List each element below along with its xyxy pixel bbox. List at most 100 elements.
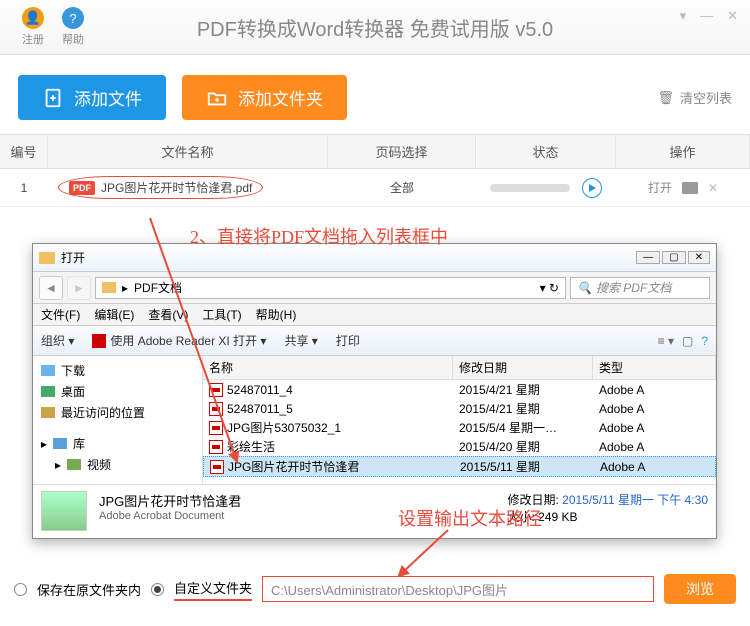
sidebar-desktop[interactable]: 桌面 bbox=[33, 381, 202, 402]
mod-date: 2015/5/11 星期一 下午 4:30 bbox=[562, 493, 708, 507]
titlebar: 👤 注册 ? 帮助 PDF转换成Word转换器 免费试用版 v5.0 ▾ — ✕ bbox=[0, 0, 750, 55]
sidebar-videos[interactable]: ▸ 视频 bbox=[33, 454, 202, 475]
sidebar-downloads[interactable]: 下载 bbox=[33, 360, 202, 381]
dlg-close[interactable]: ✕ bbox=[688, 251, 710, 264]
window-controls: ▾ — ✕ bbox=[680, 8, 738, 24]
save-original-radio[interactable] bbox=[14, 583, 27, 596]
pdf-icon bbox=[210, 460, 224, 474]
add-file-button[interactable]: 添加文件 bbox=[18, 75, 166, 120]
th-num: 编号 bbox=[0, 135, 48, 168]
play-button[interactable] bbox=[582, 178, 602, 198]
menu-tools[interactable]: 工具(T) bbox=[202, 306, 241, 323]
app-title: PDF转换成Word转换器 免费试用版 v5.0 bbox=[197, 13, 553, 42]
folder-icon bbox=[102, 282, 116, 293]
dialog-menubar: 文件(F) 编辑(E) 查看(V) 工具(T) 帮助(H) bbox=[33, 304, 716, 326]
file-type: Adobe A bbox=[593, 440, 644, 454]
dialog-footer: JPG图片花开时节恰逢君 Adobe Acrobat Document 修改日期… bbox=[33, 484, 716, 537]
forward-button[interactable]: ► bbox=[67, 276, 91, 300]
add-file-label: 添加文件 bbox=[74, 85, 142, 110]
help-icon[interactable]: ? bbox=[701, 334, 708, 348]
custom-folder-radio[interactable] bbox=[151, 583, 164, 596]
menu-help[interactable]: 帮助(H) bbox=[256, 306, 297, 323]
fh-date[interactable]: 修改日期 bbox=[453, 356, 593, 379]
custom-folder-label: 自定义文件夹 bbox=[174, 578, 252, 601]
file-name: JPG图片花开时节恰逢君 bbox=[228, 458, 359, 475]
table-row[interactable]: 1 PDF JPG图片花开时节恰逢君.pdf 全部 打开 ✕ bbox=[0, 169, 750, 207]
fh-name[interactable]: 名称 bbox=[203, 356, 453, 379]
save-original-label: 保存在原文件夹内 bbox=[37, 580, 141, 599]
file-row[interactable]: 52487011_4 2015/4/21 星期Adobe A bbox=[203, 380, 716, 399]
file-name: 52487011_4 bbox=[227, 383, 293, 397]
clear-list-label: 清空列表 bbox=[680, 88, 732, 107]
dlg-maximize[interactable]: ▢ bbox=[662, 251, 685, 264]
library-icon bbox=[53, 438, 67, 449]
view-icons[interactable]: ≡ ▾ bbox=[658, 334, 674, 348]
register-nav[interactable]: 👤 注册 bbox=[22, 7, 44, 47]
open-link[interactable]: 打开 bbox=[648, 179, 672, 196]
file-type: Adobe A bbox=[593, 421, 644, 435]
file-list: 名称 修改日期 类型 52487011_42015/4/21 星期Adobe A… bbox=[203, 356, 716, 484]
fh-type[interactable]: 类型 bbox=[593, 356, 716, 379]
back-button[interactable]: ◄ bbox=[39, 276, 63, 300]
file-row[interactable]: 彩绘生活 2015/4/20 星期Adobe A bbox=[203, 437, 716, 456]
search-placeholder: 搜索 PDF文档 bbox=[596, 279, 671, 296]
add-folder-label: 添加文件夹 bbox=[238, 85, 323, 110]
dialog-sidebar: 下载 桌面 最近访问的位置 ▸ 库 ▸ 视频 bbox=[33, 356, 203, 484]
pdf-badge-icon: PDF bbox=[69, 181, 95, 195]
menu-edit[interactable]: 编辑(E) bbox=[94, 306, 134, 323]
file-type: Adobe A bbox=[593, 383, 644, 397]
minimize2-icon[interactable]: — bbox=[700, 8, 713, 24]
minimize-icon[interactable]: ▾ bbox=[680, 8, 687, 24]
close-icon[interactable]: ✕ bbox=[727, 8, 738, 24]
output-path-bar: 保存在原文件夹内 自定义文件夹 浏览 bbox=[0, 574, 750, 604]
file-size: 249 KB bbox=[538, 510, 577, 524]
progress-bar bbox=[490, 184, 570, 192]
open-with-button[interactable]: 使用 Adobe Reader XI 打开 ▾ bbox=[92, 332, 266, 349]
sidebar-recent[interactable]: 最近访问的位置 bbox=[33, 402, 202, 423]
file-row[interactable]: JPG图片53075032_1 2015/5/4 星期一…Adobe A bbox=[203, 418, 716, 437]
folder-icon[interactable] bbox=[682, 182, 698, 194]
row-name-cell: PDF JPG图片花开时节恰逢君.pdf bbox=[48, 176, 328, 199]
add-folder-button[interactable]: 添加文件夹 bbox=[182, 75, 347, 120]
folder-icon bbox=[39, 252, 55, 264]
organize-button[interactable]: 组织 ▾ bbox=[41, 332, 74, 349]
file-date: 2015/4/21 星期 bbox=[453, 381, 593, 398]
dlg-minimize[interactable]: — bbox=[636, 251, 660, 264]
file-name: 52487011_5 bbox=[227, 402, 293, 416]
file-name: JPG图片53075032_1 bbox=[227, 419, 341, 436]
help-nav[interactable]: ? 帮助 bbox=[62, 7, 84, 47]
file-date: 2015/4/20 星期 bbox=[453, 438, 593, 455]
pdf-icon bbox=[209, 402, 223, 416]
table-header: 编号 文件名称 页码选择 状态 操作 bbox=[0, 134, 750, 169]
preview-pane[interactable]: ▢ bbox=[682, 334, 693, 348]
desktop-icon bbox=[41, 386, 55, 397]
share-button[interactable]: 共享 ▾ bbox=[284, 332, 317, 349]
file-row[interactable]: JPG图片花开时节恰逢君 2015/5/11 星期Adobe A bbox=[203, 456, 716, 477]
search-input[interactable]: 🔍 搜索 PDF文档 bbox=[570, 277, 710, 299]
open-with-label: 使用 Adobe Reader XI 打开 ▾ bbox=[110, 332, 266, 349]
print-button[interactable]: 打印 bbox=[336, 332, 360, 349]
file-date: 2015/5/4 星期一… bbox=[453, 419, 593, 436]
dialog-title: 打开 bbox=[61, 249, 85, 266]
file-name: 彩绘生活 bbox=[227, 438, 275, 455]
row-num: 1 bbox=[0, 181, 48, 195]
output-path-input[interactable] bbox=[262, 576, 654, 602]
download-icon bbox=[41, 365, 55, 376]
user-icon: 👤 bbox=[22, 7, 44, 29]
delete-icon[interactable]: ✕ bbox=[708, 181, 718, 195]
breadcrumb[interactable]: ▸ PDF文档 ▾ ↻ bbox=[95, 277, 566, 299]
crumb-folder: PDF文档 bbox=[134, 279, 182, 296]
menu-view[interactable]: 查看(V) bbox=[148, 306, 188, 323]
row-status bbox=[476, 178, 616, 198]
browse-button[interactable]: 浏览 bbox=[664, 574, 736, 604]
sidebar-libraries[interactable]: ▸ 库 bbox=[33, 433, 202, 454]
file-date: 2015/5/11 星期 bbox=[454, 458, 594, 475]
main-toolbar: 添加文件 添加文件夹 🗑 清空列表 bbox=[0, 55, 750, 134]
file-row[interactable]: 52487011_52015/4/21 星期Adobe A bbox=[203, 399, 716, 418]
menu-file[interactable]: 文件(F) bbox=[41, 306, 80, 323]
help-label: 帮助 bbox=[62, 31, 84, 47]
clear-list-button[interactable]: 🗑 清空列表 bbox=[657, 88, 732, 107]
file-type: Adobe A bbox=[594, 460, 645, 474]
file-plus-icon bbox=[42, 87, 64, 109]
row-page[interactable]: 全部 bbox=[328, 179, 476, 196]
